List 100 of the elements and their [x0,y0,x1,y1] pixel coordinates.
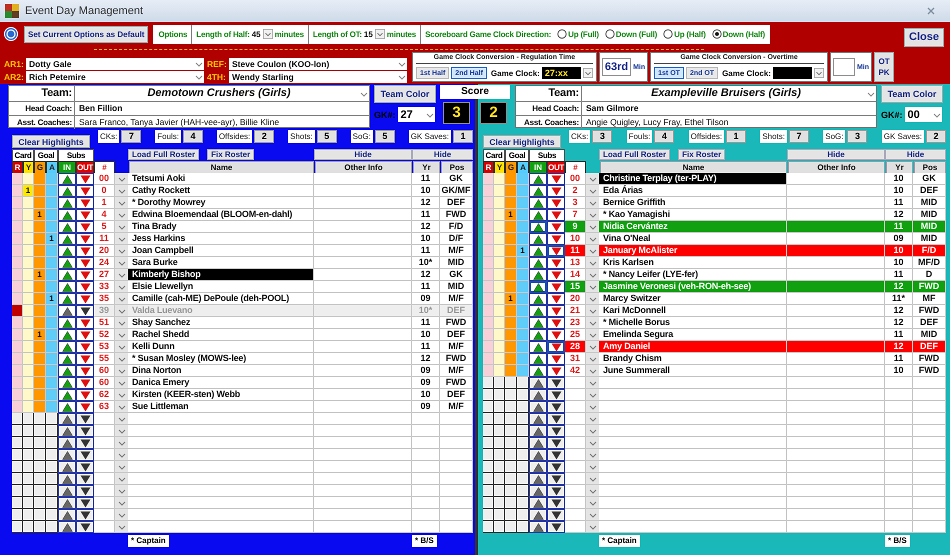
assistant-coaches-field[interactable]: Sara Franco, Tanya Javier (HAH-vee-ayr), Billie Kline [75,116,369,129]
stat-value[interactable]: 1 [452,130,473,143]
sub-in-button[interactable] [58,449,76,461]
radio-label[interactable]: Down (Full) [616,24,658,44]
sub-in-button[interactable] [529,305,547,317]
dropdown-button[interactable] [586,257,599,269]
hide-button[interactable]: Hide [314,149,412,160]
sub-in-button[interactable] [529,221,547,233]
stat-value[interactable]: 3 [592,130,612,143]
sub-out-button[interactable] [547,521,565,533]
sub-in-button[interactable] [58,329,76,341]
sub-out-button[interactable] [76,509,94,521]
sub-in-button[interactable] [58,245,76,257]
radio-label[interactable]: Up (Half) [674,24,706,44]
dropdown-button[interactable] [586,497,599,509]
ot-length-value[interactable]: 15 [364,24,373,44]
assistant-coaches-field[interactable]: Angie Quigley, Lucy Fray, Ethel Tilson [582,116,876,129]
dropdown-button[interactable] [586,305,599,317]
sub-out-button[interactable] [76,389,94,401]
sub-in-button[interactable] [58,305,76,317]
sub-in-button[interactable] [529,341,547,353]
sub-in-button[interactable] [529,329,547,341]
sub-in-button[interactable] [58,473,76,485]
sub-out-button[interactable] [76,461,94,473]
sub-out-button[interactable] [76,173,94,185]
dropdown-button[interactable] [115,365,128,377]
sub-out-button[interactable] [547,281,565,293]
dropdown-button[interactable] [586,281,599,293]
dropdown-button[interactable] [115,293,128,305]
game-clock-field[interactable] [772,67,812,79]
radio-button[interactable] [557,29,568,39]
dropdown-icon[interactable] [262,29,273,39]
sub-in-button[interactable] [58,389,76,401]
sub-out-button[interactable] [547,221,565,233]
dropdown-button[interactable] [586,389,599,401]
dropdown-button[interactable] [586,437,599,449]
sub-out-button[interactable] [76,377,94,389]
radio-button[interactable] [712,29,722,39]
sub-in-button[interactable] [58,485,76,497]
sub-in-button[interactable] [58,341,76,353]
sub-in-button[interactable] [529,401,547,413]
sub-in-button[interactable] [529,521,547,533]
radio-label[interactable]: Down (Half) [722,24,765,44]
sub-out-button[interactable] [76,317,94,329]
dropdown-button[interactable] [115,377,128,389]
sub-in-button[interactable] [529,461,547,473]
sub-out-button[interactable] [76,485,94,497]
sub-in-button[interactable] [529,173,547,185]
sub-out-button[interactable] [547,461,565,473]
sub-in-button[interactable] [529,425,547,437]
hide-button[interactable]: Hide [885,149,946,160]
sub-in-button[interactable] [529,185,547,197]
dropdown-button[interactable] [586,293,599,305]
team-color-button[interactable]: Team Color [881,85,943,103]
sub-out-button[interactable] [547,353,565,365]
head-coach-field[interactable]: Sam Gilmore [582,102,876,115]
dropdown-button[interactable] [115,329,128,341]
sub-in-button[interactable] [58,221,76,233]
sub-out-button[interactable] [76,329,94,341]
goalkeeper-select[interactable]: 00 [904,107,942,122]
sub-in-button[interactable] [529,497,547,509]
dropdown-button[interactable] [586,365,599,377]
team-select[interactable]: Exampleville Bruisers (Girls) [582,86,876,101]
sub-out-button[interactable] [547,377,565,389]
dropdown-icon[interactable] [374,29,385,39]
dropdown-button[interactable] [115,437,128,449]
team-color-button[interactable]: Team Color [374,85,436,103]
dropdown-button[interactable] [586,509,599,521]
stat-value[interactable]: 5 [374,130,395,143]
dropdown-button[interactable] [586,269,599,281]
sub-out-button[interactable] [547,233,565,245]
sub-out-button[interactable] [547,185,565,197]
sub-in-button[interactable] [58,209,76,221]
sub-out-button[interactable] [547,425,565,437]
dropdown-button[interactable] [115,425,128,437]
dropdown-button[interactable] [586,353,599,365]
dropdown-button[interactable] [586,185,599,197]
sub-out-button[interactable] [547,197,565,209]
sub-in-button[interactable] [529,437,547,449]
stat-value[interactable]: 2 [254,130,274,143]
sub-out-button[interactable] [76,401,94,413]
sub-in-button[interactable] [529,317,547,329]
sub-in-button[interactable] [529,509,547,521]
sub-in-button[interactable] [529,473,547,485]
close-button[interactable]: Close [904,28,944,46]
stat-value[interactable]: 5 [316,130,337,143]
dropdown-button[interactable] [115,521,128,533]
sub-in-button[interactable] [58,353,76,365]
stat-value[interactable]: 3 [847,130,868,143]
dropdown-button[interactable] [115,221,128,233]
sub-out-button[interactable] [547,305,565,317]
clear-highlights-button[interactable]: Clear Highlights [483,135,561,148]
dropdown-button[interactable] [115,305,128,317]
sub-in-button[interactable] [529,209,547,221]
half-length-value[interactable]: 45 [252,24,261,44]
official-select[interactable]: Dotty Gale [26,58,204,70]
sub-in-button[interactable] [58,269,76,281]
sub-out-button[interactable] [547,413,565,425]
hide-button[interactable]: Hide [787,149,885,160]
dropdown-button[interactable] [586,401,599,413]
